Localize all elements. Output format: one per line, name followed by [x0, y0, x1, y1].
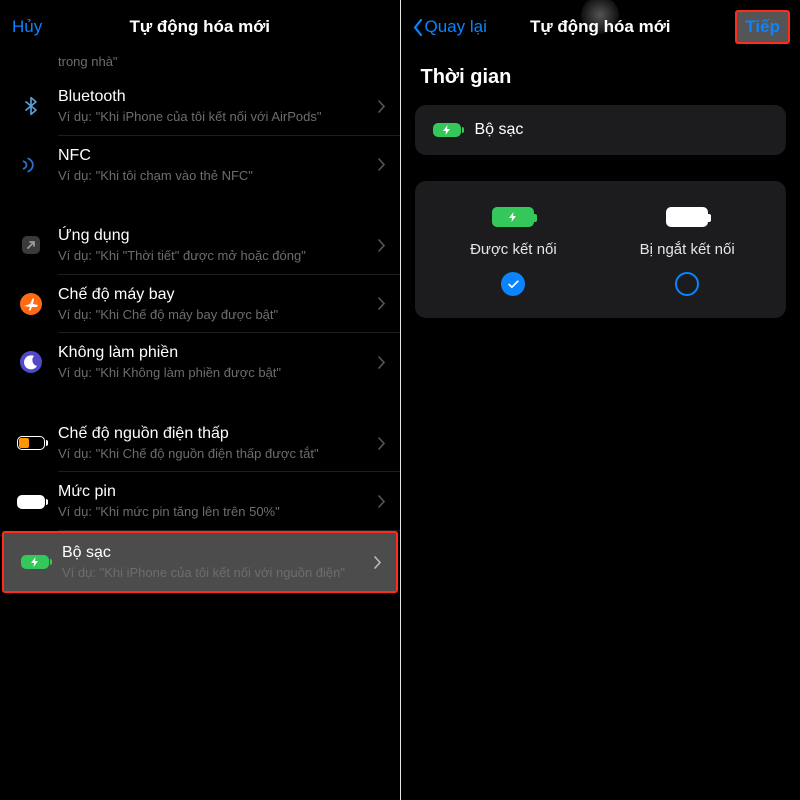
row-title: Mức pin: [58, 482, 372, 502]
chevron-right-icon: [378, 239, 386, 252]
app-icon: [16, 230, 46, 260]
row-charger[interactable]: Bộ sạc Ví dụ: "Khi iPhone của tôi kết nố…: [2, 531, 398, 594]
navbar: Quay lại Tự động hóa mới Tiếp: [401, 0, 800, 54]
row-dnd[interactable]: Không làm phiền Ví dụ: "Khi Không làm ph…: [0, 333, 400, 392]
radio-selected: [501, 272, 525, 296]
screen-automation-list: Hủy Tự động hóa mới trong nhà" Bluetooth…: [0, 0, 400, 800]
battery-icon: [16, 487, 46, 517]
charger-icon: [20, 547, 50, 577]
chevron-right-icon: [378, 356, 386, 369]
battery-full-icon: [666, 207, 708, 227]
row-sub: Ví dụ: "Khi iPhone của tôi kết nối với A…: [58, 108, 372, 126]
row-nfc[interactable]: NFC Ví dụ: "Khi tôi chạm vào thẻ NFC": [0, 136, 400, 195]
trigger-card: Bộ sạc: [415, 105, 787, 155]
row-low-power[interactable]: Chế độ nguồn điện thấp Ví dụ: "Khi Chế đ…: [0, 414, 400, 473]
chevron-right-icon: [374, 556, 382, 569]
row-title: Không làm phiền: [58, 343, 372, 363]
navbar: Hủy Tự động hóa mới: [0, 0, 400, 54]
bluetooth-icon: [16, 91, 46, 121]
screen-charger-config: Quay lại Tự động hóa mới Tiếp Thời gian …: [401, 0, 800, 800]
row-sub: Ví dụ: "Khi Chế độ nguồn điện thấp được …: [58, 445, 372, 463]
choice-label: Bị ngắt kết nối: [640, 241, 735, 258]
row-sub: Ví dụ: "Khi iPhone của tôi kết nối với n…: [62, 564, 368, 582]
choice-disconnected[interactable]: Bị ngắt kết nối: [604, 207, 770, 296]
cancel-button[interactable]: Hủy: [12, 17, 42, 37]
row-title: Bộ sạc: [62, 543, 368, 563]
row-sub: Ví dụ: "Khi Chế độ máy bay được bật": [58, 306, 372, 324]
chevron-right-icon: [378, 495, 386, 508]
chevron-right-icon: [378, 158, 386, 171]
choice-card: Được kết nối Bị ngắt kết nối: [415, 181, 787, 318]
chevron-right-icon: [378, 297, 386, 310]
page-title: Tự động hóa mới: [129, 17, 270, 37]
radio-unselected: [675, 272, 699, 296]
chevron-left-icon: [413, 19, 423, 36]
row-sub: Ví dụ: "Khi tôi chạm vào thẻ NFC": [58, 167, 372, 185]
row-title: Ứng dụng: [58, 226, 372, 246]
nfc-icon: [16, 150, 46, 180]
row-sub: Ví dụ: "Khi mức pin tăng lên trên 50%": [58, 503, 372, 521]
charger-icon: [433, 123, 461, 137]
back-button[interactable]: Quay lại: [413, 17, 487, 37]
low-power-icon: [16, 428, 46, 458]
trigger-label: Bộ sạc: [475, 121, 524, 139]
home-row-fragment: trong nhà": [0, 54, 400, 77]
row-sub: Ví dụ: "Khi "Thời tiết" được mở hoặc đón…: [58, 247, 372, 265]
chevron-right-icon: [378, 100, 386, 113]
choice-label: Được kết nối: [470, 241, 557, 258]
page-title: Tự động hóa mới: [530, 17, 671, 37]
row-title: Bluetooth: [58, 87, 372, 107]
row-app[interactable]: Ứng dụng Ví dụ: "Khi "Thời tiết" được mở…: [0, 216, 400, 275]
cancel-label: Hủy: [12, 17, 42, 37]
row-sub: Ví dụ: "Khi Không làm phiền được bật": [58, 364, 372, 382]
next-button[interactable]: Tiếp: [735, 10, 790, 44]
battery-charging-icon: [492, 207, 534, 227]
next-label: Tiếp: [745, 17, 780, 36]
back-label: Quay lại: [425, 17, 487, 37]
chevron-right-icon: [378, 437, 386, 450]
row-title: Chế độ nguồn điện thấp: [58, 424, 372, 444]
choice-connected[interactable]: Được kết nối: [431, 207, 597, 296]
moon-icon: [16, 347, 46, 377]
row-bluetooth[interactable]: Bluetooth Ví dụ: "Khi iPhone của tôi kết…: [0, 77, 400, 136]
row-battery-level[interactable]: Mức pin Ví dụ: "Khi mức pin tăng lên trê…: [0, 472, 400, 531]
section-heading: Thời gian: [401, 54, 800, 101]
airplane-icon: [16, 289, 46, 319]
row-title: NFC: [58, 146, 372, 166]
row-title: Chế độ máy bay: [58, 285, 372, 305]
row-airplane[interactable]: Chế độ máy bay Ví dụ: "Khi Chế độ máy ba…: [0, 275, 400, 334]
